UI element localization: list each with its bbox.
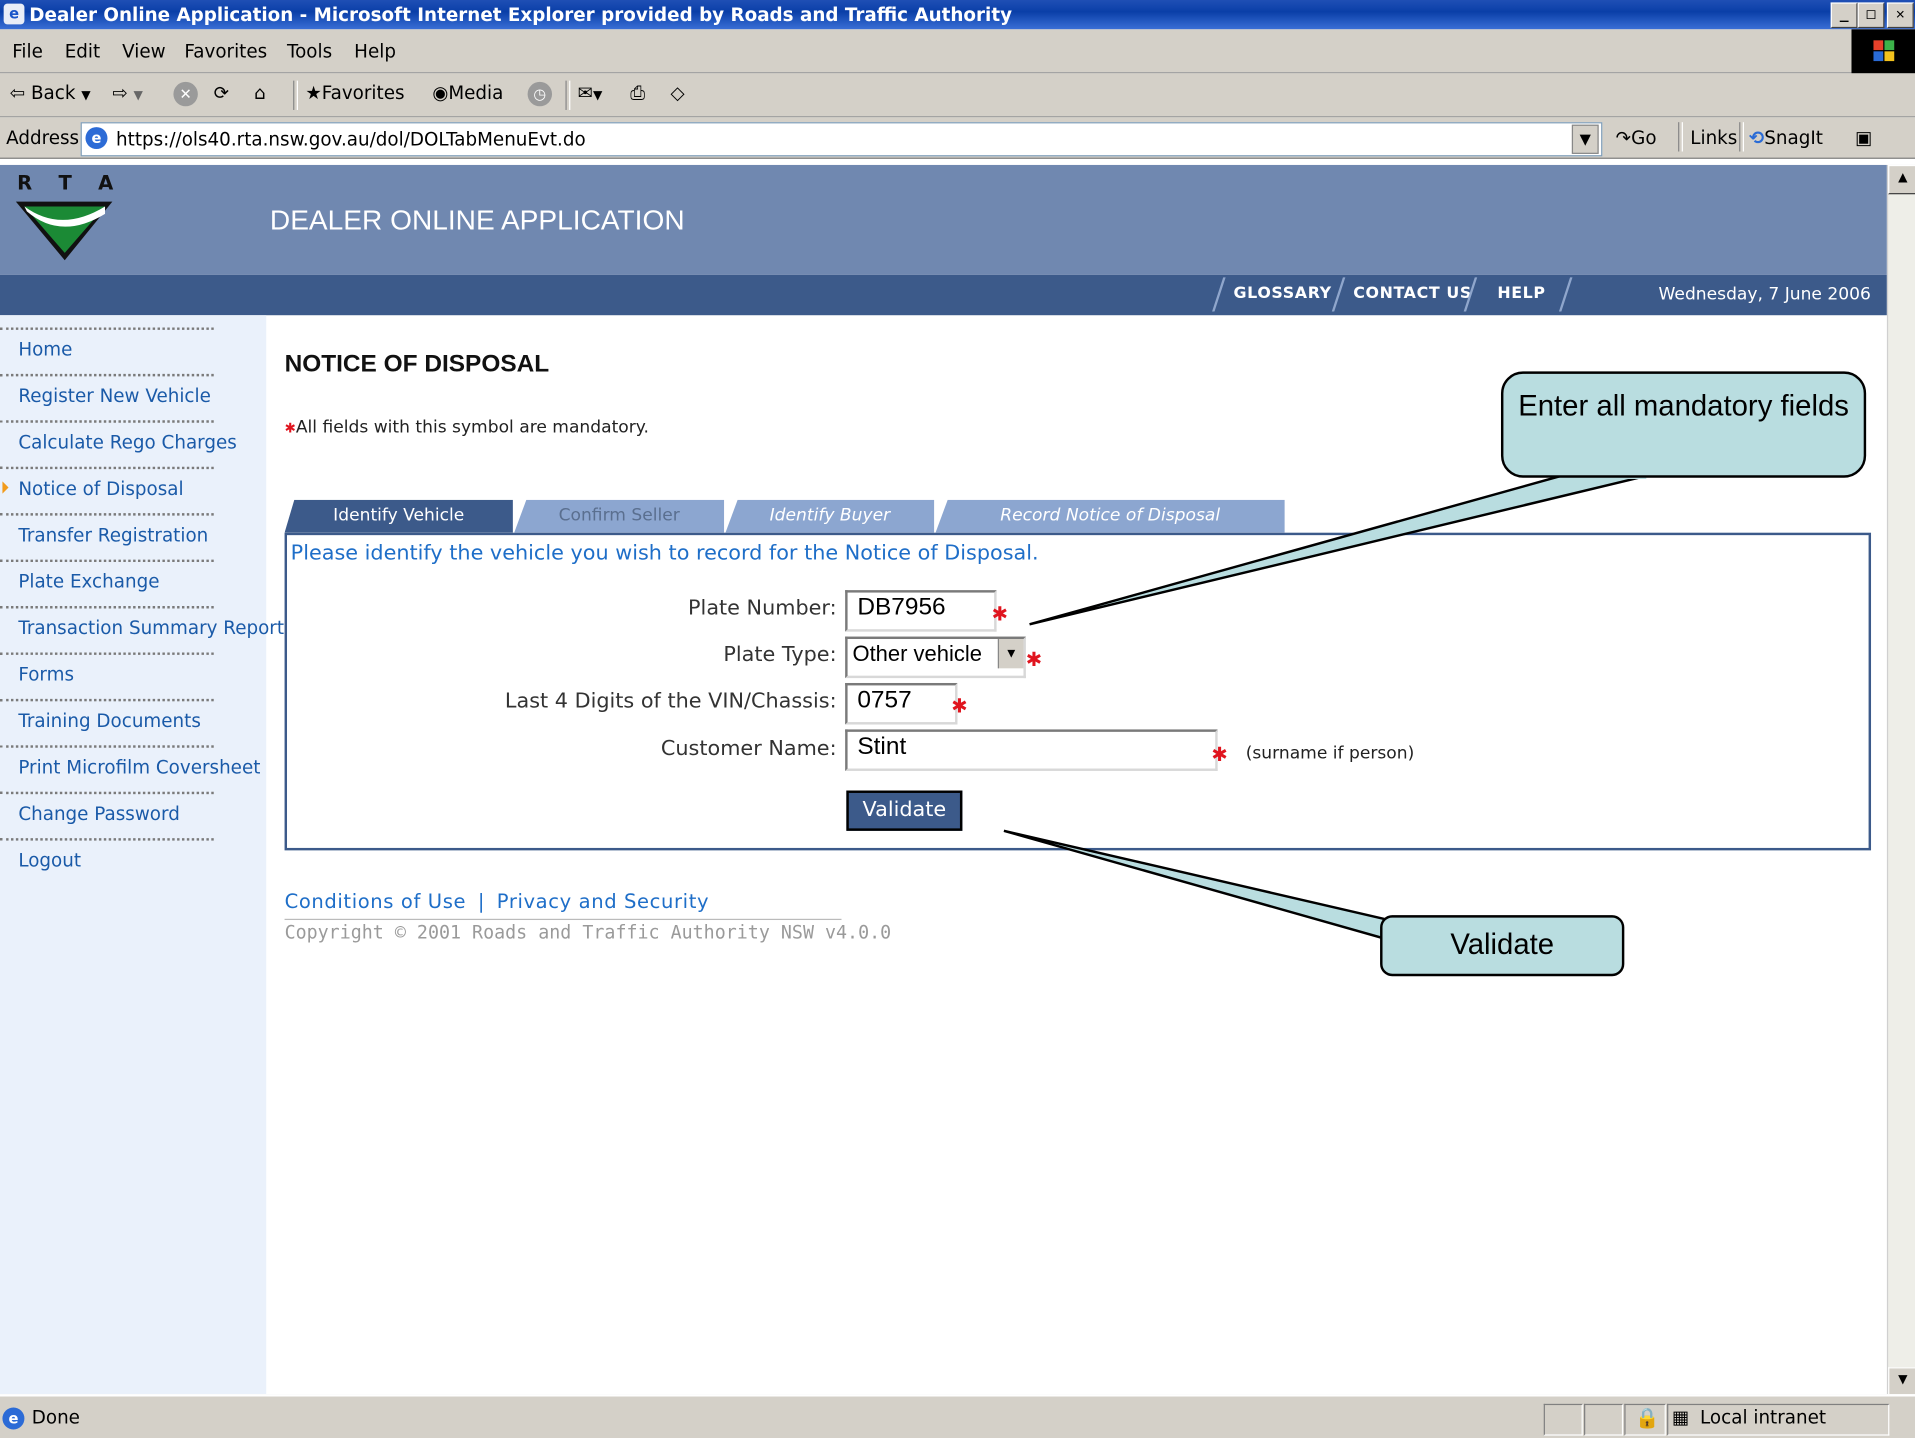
security-zone-panel: ▦ Local intranet: [1667, 1403, 1890, 1436]
status-panel: [1584, 1403, 1624, 1436]
intranet-icon: ▦: [1671, 1406, 1690, 1429]
status-text: Done: [31, 1406, 80, 1429]
lock-icon: 🔒: [1635, 1406, 1660, 1430]
security-zone-text: Local intranet: [1700, 1406, 1827, 1429]
status-panel: [1543, 1403, 1583, 1436]
callout-pointers: [1003, 474, 1650, 940]
callout-mandatory-fields: Enter all mandatory fields: [1500, 371, 1867, 478]
callout-validate: Validate: [1380, 915, 1625, 977]
status-panel: 🔒: [1624, 1403, 1666, 1436]
status-page-icon: e: [2, 1406, 25, 1429]
status-bar: e Done 🔒 ▦ Local intranet: [0, 1394, 1915, 1438]
